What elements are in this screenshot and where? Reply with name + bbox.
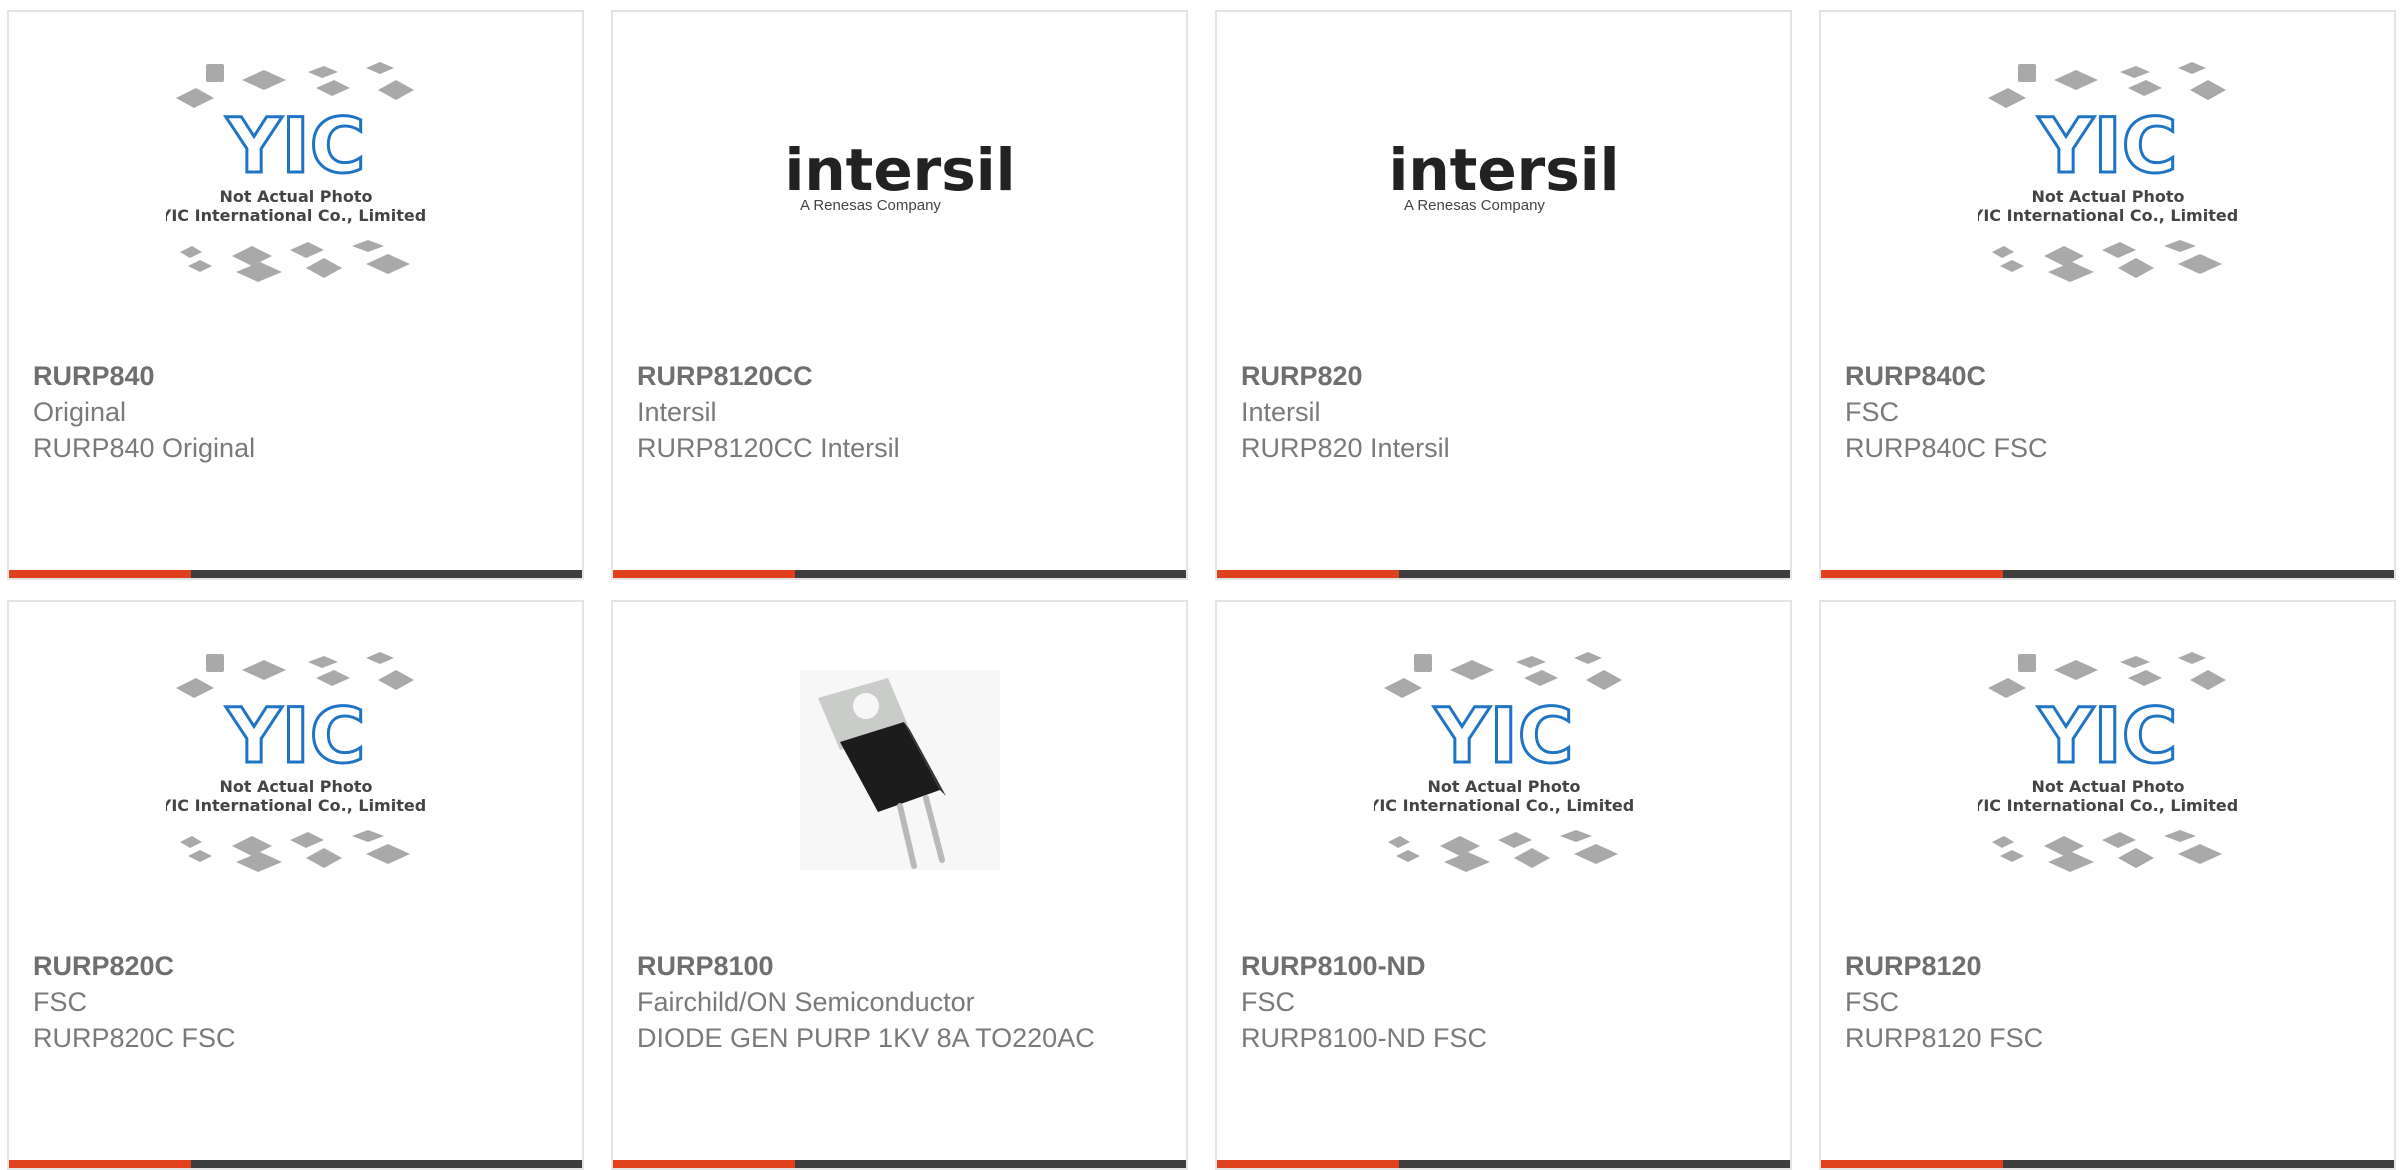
product-image-placeholder[interactable]: YIC Not Actual Photo YIC International C… — [9, 602, 582, 937]
intersil-logo: intersil A Renesas Company — [784, 140, 1015, 214]
brand: FSC — [1845, 987, 1899, 1017]
brand: FSC — [1241, 987, 1295, 1017]
placeholder-image: YIC Not Actual Photo YIC International C… — [1978, 651, 2238, 872]
part-number[interactable]: RURP8100-ND — [1241, 948, 1766, 984]
card-accent — [1217, 570, 1399, 578]
placeholder-caption-1: Not Actual Photo — [219, 187, 372, 206]
placeholder-image: YIC Not Actual Photo YIC International C… — [1978, 61, 2238, 282]
brand: Fairchild/ON Semiconductor — [637, 987, 975, 1017]
product-card[interactable]: intersil A Renesas Company RURP820 Inter… — [1215, 10, 1792, 580]
card-bottom-bar — [1217, 570, 1790, 578]
placeholder-caption-2: YIC International Co., Limited. — [1978, 796, 2238, 815]
placeholder-caption-1: Not Actual Photo — [2031, 187, 2184, 206]
svg-text:A Renesas Company: A Renesas Company — [1404, 197, 1545, 214]
placeholder-image: YIC Not Actual Photo YIC International C… — [166, 61, 426, 282]
part-number[interactable]: RURP8100 — [637, 948, 1162, 984]
product-image-placeholder[interactable]: YIC Not Actual Photo YIC International C… — [9, 12, 582, 347]
placeholder-caption-1: Not Actual Photo — [1427, 777, 1580, 796]
card-bottom-bar — [613, 570, 1186, 578]
description: RURP840 Original — [33, 433, 256, 463]
to220-diode-photo — [799, 669, 1000, 870]
product-image-placeholder[interactable]: YIC Not Actual Photo YIC International C… — [1217, 602, 1790, 937]
brand: Intersil — [1241, 397, 1321, 427]
placeholder-image: YIC Not Actual Photo YIC International C… — [1374, 651, 1634, 872]
product-image-intersil[interactable]: intersil A Renesas Company — [1217, 12, 1790, 347]
placeholder-caption-1: Not Actual Photo — [2031, 777, 2184, 796]
intersil-logo: intersil A Renesas Company — [1388, 140, 1619, 214]
description: RURP8100-ND FSC — [1241, 1023, 1488, 1053]
brand: FSC — [33, 987, 87, 1017]
svg-text:A Renesas Company: A Renesas Company — [800, 197, 941, 214]
brand: Original — [33, 397, 127, 427]
product-card[interactable]: YIC Not Actual Photo YIC International C… — [1819, 10, 2396, 580]
description: DIODE GEN PURP 1KV 8A TO220AC — [637, 1023, 1095, 1053]
brand: Intersil — [637, 397, 717, 427]
card-accent — [1821, 570, 2003, 578]
product-card[interactable]: RURP8100 Fairchild/ON Semiconductor DIOD… — [611, 600, 1188, 1170]
part-number[interactable]: RURP820C — [33, 948, 558, 984]
product-image-placeholder[interactable]: YIC Not Actual Photo YIC International C… — [1821, 12, 2394, 347]
product-card[interactable]: YIC Not Actual Photo YIC International C… — [7, 10, 584, 580]
yic-logo: YIC — [1433, 691, 1573, 780]
svg-text:intersil: intersil — [1388, 140, 1619, 204]
part-number[interactable]: RURP840 — [33, 358, 558, 394]
product-image-placeholder[interactable]: YIC Not Actual Photo YIC International C… — [1821, 602, 2394, 937]
placeholder-caption-1: Not Actual Photo — [219, 777, 372, 796]
brand: FSC — [1845, 397, 1899, 427]
description: RURP8120CC Intersil — [637, 433, 900, 463]
product-card[interactable]: YIC Not Actual Photo YIC International C… — [1819, 600, 2396, 1170]
description: RURP820 Intersil — [1241, 433, 1450, 463]
placeholder-image: YIC Not Actual Photo YIC International C… — [166, 651, 426, 872]
card-accent — [613, 570, 795, 578]
description: RURP8120 FSC — [1845, 1023, 2044, 1053]
placeholder-caption-2: YIC International Co., Limited. — [1374, 796, 1634, 815]
part-number[interactable]: RURP8120CC — [637, 358, 1162, 394]
svg-text:intersil: intersil — [784, 140, 1015, 204]
description: RURP820C FSC — [33, 1023, 236, 1053]
part-number[interactable]: RURP8120 — [1845, 948, 2370, 984]
placeholder-caption-2: YIC International Co., Limited. — [166, 796, 426, 815]
yic-logo: YIC — [2037, 691, 2177, 780]
description: RURP840C FSC — [1845, 433, 2048, 463]
card-bottom-bar — [1821, 570, 2394, 578]
product-image-intersil[interactable]: intersil A Renesas Company — [613, 12, 1186, 347]
card-bottom-bar — [9, 570, 582, 578]
yic-logo: YIC — [225, 101, 365, 190]
part-number[interactable]: RURP840C — [1845, 358, 2370, 394]
product-card[interactable]: YIC Not Actual Photo YIC International C… — [7, 600, 584, 1170]
product-card[interactable]: YIC Not Actual Photo YIC International C… — [1215, 600, 1792, 1170]
placeholder-caption-2: YIC International Co., Limited. — [166, 206, 426, 225]
product-image-photo[interactable] — [613, 602, 1186, 937]
placeholder-caption-2: YIC International Co., Limited. — [1978, 206, 2238, 225]
product-card[interactable]: intersil A Renesas Company RURP8120CC In… — [611, 10, 1188, 580]
yic-logo: YIC — [2037, 101, 2177, 190]
yic-logo: YIC — [225, 691, 365, 780]
card-accent — [9, 570, 191, 578]
part-number[interactable]: RURP820 — [1241, 358, 1766, 394]
